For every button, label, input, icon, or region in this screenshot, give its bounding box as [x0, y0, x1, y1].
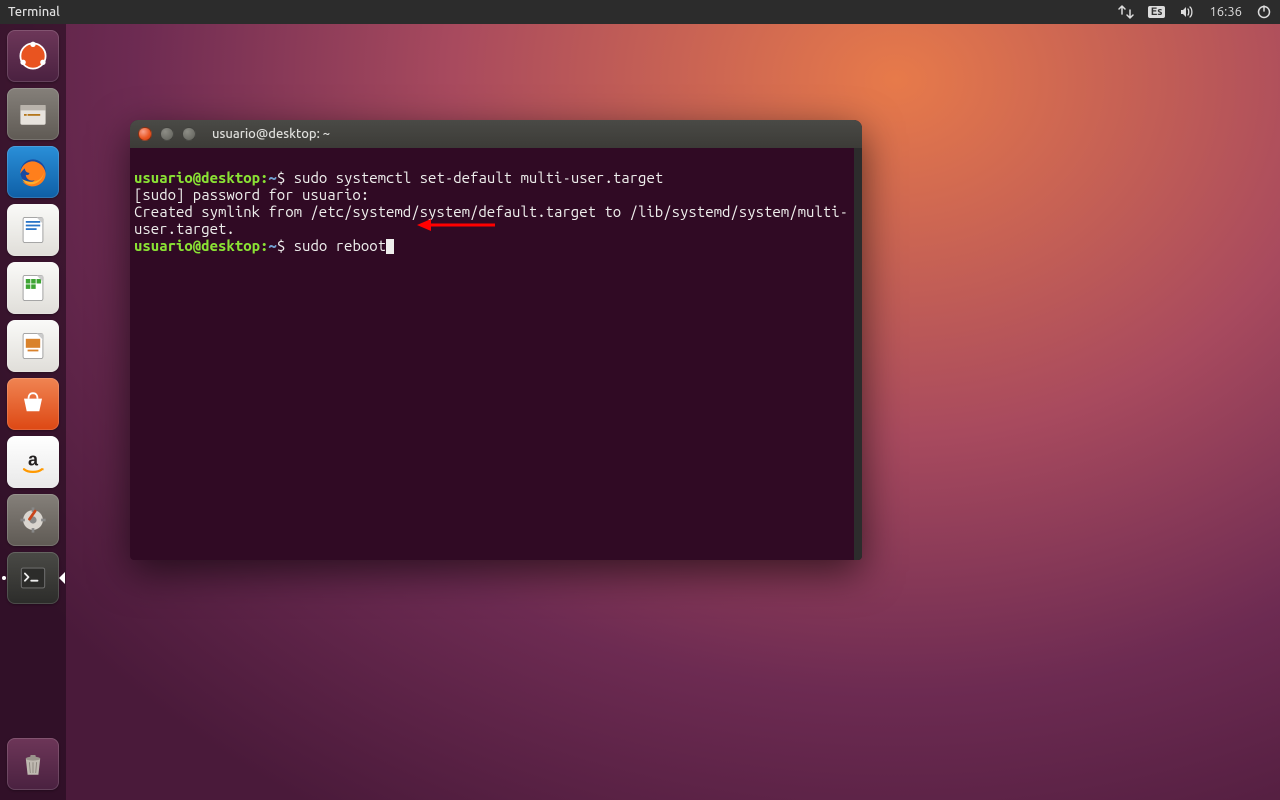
terminal-line: usuario@desktop:~$ sudo reboot: [134, 237, 394, 254]
window-maximize-button[interactable]: [182, 127, 196, 141]
launcher-calc[interactable]: [7, 262, 59, 314]
amazon-icon: a: [15, 444, 51, 480]
terminal-window[interactable]: usuario@desktop: ~ usuario@desktop:~$ su…: [130, 120, 862, 560]
launcher-files[interactable]: [7, 88, 59, 140]
cursor-icon: [386, 239, 394, 254]
sound-indicator-icon[interactable]: [1179, 4, 1195, 20]
svg-text:a: a: [28, 450, 39, 470]
clock[interactable]: 16:36: [1209, 5, 1242, 19]
launcher-writer[interactable]: [7, 204, 59, 256]
launcher-settings[interactable]: [7, 494, 59, 546]
network-indicator-icon[interactable]: [1118, 4, 1134, 20]
active-arrow-icon: [59, 572, 65, 584]
window-minimize-button[interactable]: [160, 127, 174, 141]
prompt-user-host: usuario@desktop: [134, 169, 260, 186]
prompt-user-host: usuario@desktop: [134, 237, 260, 254]
window-close-button[interactable]: [138, 127, 152, 141]
launcher-firefox[interactable]: [7, 146, 59, 198]
keyboard-indicator[interactable]: Es: [1148, 6, 1166, 18]
window-title: usuario@desktop: ~: [212, 127, 330, 141]
top-menubar: Terminal Es 16:36: [0, 0, 1280, 24]
dash-icon: [15, 38, 51, 74]
terminal-line: usuario@desktop:~$ sudo systemctl set-de…: [134, 169, 663, 186]
command-text: sudo reboot: [294, 237, 386, 254]
terminal-scrollbar[interactable]: [854, 148, 862, 560]
terminal-icon: [15, 560, 51, 596]
firefox-icon: [15, 154, 51, 190]
launcher-software[interactable]: [7, 378, 59, 430]
running-pip-icon: [2, 576, 6, 580]
launcher-terminal[interactable]: [7, 552, 59, 604]
prompt-path: ~: [268, 169, 276, 186]
terminal-line: Created symlink from /etc/systemd/system…: [134, 203, 848, 237]
launcher-dash[interactable]: [7, 30, 59, 82]
terminal-body[interactable]: usuario@desktop:~$ sudo systemctl set-de…: [130, 148, 862, 560]
window-titlebar[interactable]: usuario@desktop: ~: [130, 120, 862, 148]
launcher-trash[interactable]: [7, 738, 59, 790]
unity-launcher: a: [0, 24, 66, 800]
launcher-impress[interactable]: [7, 320, 59, 372]
keyboard-indicator-label: Es: [1148, 6, 1166, 18]
settings-icon: [15, 502, 51, 538]
session-indicator-icon[interactable]: [1256, 4, 1272, 20]
writer-icon: [15, 212, 51, 248]
calc-icon: [15, 270, 51, 306]
files-icon: [15, 96, 51, 132]
launcher-amazon[interactable]: a: [7, 436, 59, 488]
menubar-app-title: Terminal: [8, 5, 60, 19]
impress-icon: [15, 328, 51, 364]
terminal-line: [sudo] password for usuario:: [134, 186, 369, 203]
software-icon: [15, 386, 51, 422]
trash-icon: [15, 746, 51, 782]
prompt-path: ~: [268, 237, 276, 254]
command-text: sudo systemctl set-default multi-user.ta…: [294, 169, 664, 186]
